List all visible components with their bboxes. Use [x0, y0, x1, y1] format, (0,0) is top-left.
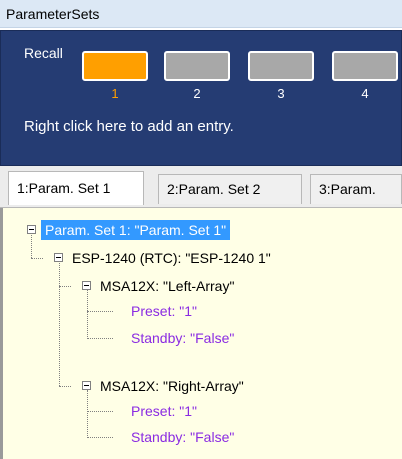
recall-slot-3-number: 3 — [277, 86, 285, 101]
recall-slot-3-button[interactable] — [248, 51, 314, 81]
recall-panel[interactable]: Recall 1 2 3 4 Right click here to add a… — [0, 30, 402, 166]
recall-slot-2[interactable]: 2 — [164, 51, 234, 101]
tree-node-device[interactable]: ESP-1240 (RTC): "ESP-1240 1" — [72, 248, 271, 268]
tree-leaf-standby[interactable]: Standby: "False" — [131, 328, 234, 348]
tab-param-set-1[interactable]: 1:Param. Set 1 — [8, 171, 144, 205]
tab-bar: 1:Param. Set 1 2:Param. Set 2 3:Param. — [0, 166, 402, 208]
tab-param-set-2[interactable]: 2:Param. Set 2 — [158, 174, 302, 204]
parameter-tree[interactable]: Param. Set 1: "Param. Set 1" ESP-1240 (R… — [0, 208, 402, 459]
collapse-icon[interactable] — [82, 281, 91, 290]
tree-node-param-set[interactable]: Param. Set 1: "Param. Set 1" — [41, 220, 231, 240]
tree-connector — [87, 411, 113, 412]
recall-label: Recall — [24, 45, 63, 61]
window-title: ParameterSets — [6, 6, 100, 22]
tree-connector — [59, 386, 71, 387]
tree-node-right-array[interactable]: MSA12X: "Right-Array" — [100, 376, 244, 396]
recall-slot-4-number: 4 — [361, 86, 369, 101]
collapse-icon[interactable] — [27, 225, 36, 234]
collapse-icon[interactable] — [54, 253, 63, 262]
tree-connector — [87, 437, 113, 438]
tree-connector — [87, 311, 113, 312]
recall-slot-2-button[interactable] — [164, 51, 230, 81]
title-bar: ParameterSets — [0, 0, 402, 28]
tree-connector — [31, 232, 32, 258]
recall-slot-3[interactable]: 3 — [248, 51, 318, 101]
recall-slot-1[interactable]: 1 — [82, 51, 152, 101]
tree-leaf-preset[interactable]: Preset: "1" — [131, 301, 197, 321]
tree-connector — [87, 390, 88, 438]
add-entry-hint[interactable]: Right click here to add an entry. — [24, 118, 234, 135]
tab-param-set-3[interactable]: 3:Param. — [310, 174, 402, 204]
recall-slot-1-button[interactable] — [82, 51, 148, 81]
recall-slot-4[interactable]: 4 — [332, 51, 402, 101]
tree-leaf-preset[interactable]: Preset: "1" — [131, 401, 197, 421]
tree-connector — [31, 258, 43, 259]
recall-slot-1-number: 1 — [111, 86, 119, 101]
tree-connector — [59, 263, 60, 386]
tree-leaf-standby[interactable]: Standby: "False" — [131, 427, 234, 447]
tree-connector — [87, 290, 88, 339]
collapse-icon[interactable] — [82, 381, 91, 390]
tree-connector — [87, 338, 113, 339]
tree-connector — [59, 286, 71, 287]
tree-node-left-array[interactable]: MSA12X: "Left-Array" — [100, 276, 234, 296]
recall-slot-4-button[interactable] — [332, 51, 398, 81]
recall-slot-2-number: 2 — [193, 86, 201, 101]
